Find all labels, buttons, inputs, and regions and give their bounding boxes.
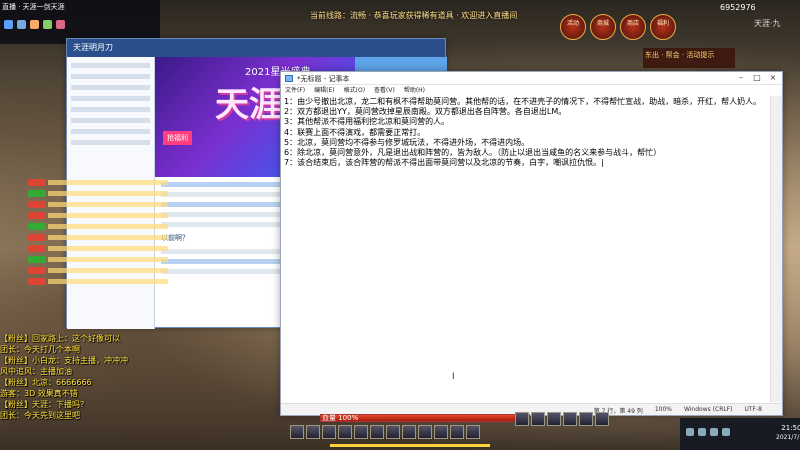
notification-icon[interactable] xyxy=(722,428,730,436)
skill-slot[interactable] xyxy=(386,425,400,439)
live-chat: 【粉丝】回家路上：这个好像可以 团长：今天打几个本啊 【粉丝】小白龙：支持主播，… xyxy=(0,333,160,421)
notepad-menubar: 文件(F) 编辑(E) 格式(O) 查看(V) 帮助(H) xyxy=(281,85,782,95)
notepad-window[interactable]: *无标题 - 记事本 – □ × 文件(F) 编辑(E) 格式(O) 查看(V)… xyxy=(280,71,783,416)
hp-label: 血量 100% xyxy=(322,414,359,422)
mail-icon[interactable] xyxy=(56,20,65,29)
bag-icon[interactable] xyxy=(30,20,39,29)
text-line: 5：北凉，莫问营均不得参与修罗城玩法，不得进外场，不得进内场。 xyxy=(284,137,530,147)
skill-slot[interactable] xyxy=(306,425,320,439)
skill-slot[interactable] xyxy=(402,425,416,439)
game-toolbar-title: 直播 · 天涯一剑天涯 xyxy=(2,3,65,11)
clock-time: 21:50 xyxy=(781,424,800,432)
skill-slot[interactable] xyxy=(434,425,448,439)
skill-slot[interactable] xyxy=(450,425,464,439)
item-bar xyxy=(515,412,635,426)
gift-feed xyxy=(28,178,168,298)
coordinate-readout: 6952976 xyxy=(720,3,756,12)
ime-icon[interactable] xyxy=(710,428,718,436)
chat-line: 【粉丝】天涯：下播吗？ xyxy=(0,400,88,409)
item-slot[interactable] xyxy=(547,412,561,426)
menu-file[interactable]: 文件(F) xyxy=(285,85,305,95)
vertical-scrollbar[interactable] xyxy=(770,96,782,402)
minimize-icon[interactable]: – xyxy=(733,73,749,84)
skill-slot[interactable] xyxy=(338,425,352,439)
clock-date: 2021/7/19 xyxy=(776,434,800,441)
map-icon[interactable] xyxy=(17,20,26,29)
clock[interactable]: 21:50 2021/7/19 xyxy=(776,424,800,442)
skill-slot[interactable] xyxy=(370,425,384,439)
hud-btn-welfare[interactable]: 福利 xyxy=(650,14,676,40)
skill-bar xyxy=(290,425,530,439)
text-line: 6：除北凉，莫问营意外，凡是退出战和阵营的，皆为敌人。（防止以退出当咸鱼的名义来… xyxy=(284,148,662,158)
notepad-icon xyxy=(285,75,293,82)
notepad-title: *无标题 - 记事本 xyxy=(281,72,782,85)
friends-icon[interactable] xyxy=(43,20,52,29)
hud-btn-mall[interactable]: 商城 xyxy=(590,14,616,40)
zone-label: 天涯·九 xyxy=(754,19,781,28)
banner-tag[interactable]: 抢福利 xyxy=(163,131,192,145)
item-slot[interactable] xyxy=(515,412,529,426)
hud-btn-events[interactable]: 活动 xyxy=(560,14,586,40)
status-eol: Windows (CRLF) xyxy=(683,406,733,413)
skill-slot[interactable] xyxy=(290,425,304,439)
network-icon[interactable] xyxy=(686,428,694,436)
skill-slot[interactable] xyxy=(354,425,368,439)
status-zoom: 100% xyxy=(654,406,672,413)
item-slot[interactable] xyxy=(595,412,609,426)
chat-line: 团长：今天先到这里吧 xyxy=(0,411,80,420)
system-tray: 21:50 2021/7/19 xyxy=(680,418,800,450)
hud-menu: 活动 商城 商店 福利 xyxy=(560,14,676,44)
skill-slot[interactable] xyxy=(466,425,480,439)
stamina-bar xyxy=(330,444,490,447)
chat-line: 游客：3D 效果真不错 xyxy=(0,389,78,398)
chat-line: 【粉丝】回家路上：这个好像可以 xyxy=(0,334,120,343)
close-icon[interactable]: × xyxy=(765,73,781,84)
status-encoding: UTF-8 xyxy=(744,406,763,413)
item-slot[interactable] xyxy=(531,412,545,426)
text-line: 3：其他帮派不得用福利挖北凉和莫问营的人。 xyxy=(284,117,450,127)
chat-line: 【粉丝】北凉：6666666 xyxy=(0,378,92,387)
menu-help[interactable]: 帮助(H) xyxy=(404,85,425,95)
maximize-icon[interactable]: □ xyxy=(749,73,765,84)
item-slot[interactable] xyxy=(563,412,577,426)
hud-btn-shop[interactable]: 商店 xyxy=(620,14,646,40)
text-line: 2：双方都退出YY，莫问营改掉星辰南殿。双方都退出各自阵营。各自退出LM。 xyxy=(284,107,567,117)
skill-slot[interactable] xyxy=(322,425,336,439)
menu-format[interactable]: 格式(O) xyxy=(344,85,365,95)
text-cursor-icon: I xyxy=(452,372,455,382)
banner-title: 天涯 xyxy=(215,85,283,125)
item-slot[interactable] xyxy=(579,412,593,426)
chat-line: 团长：今天打几个本啊 xyxy=(0,345,80,354)
text-line: 1：由少号撤出北凉，龙二和有枫不得帮助莫问营。其他帮的话，在不进壳子的情况下，不… xyxy=(284,97,762,106)
qq-window-title: 天涯明月刀 xyxy=(67,39,445,57)
settings-icon[interactable] xyxy=(4,20,13,29)
scrolling-announcement: 当前线路：流畅 · 恭喜玩家获得稀有道具 · 欢迎进入直播间 xyxy=(310,11,518,20)
notepad-text-area[interactable]: 1：由少号撤出北凉，龙二和有枫不得帮助莫问营。其他帮的话，在不进壳子的情况下，不… xyxy=(284,97,774,168)
chat-line: 风中追风：主播加油 xyxy=(0,367,72,376)
menu-edit[interactable]: 编辑(E) xyxy=(314,85,334,95)
volume-icon[interactable] xyxy=(698,428,706,436)
skill-slot[interactable] xyxy=(418,425,432,439)
hud-right-panel[interactable]: 东出 · 帮会 · 活动提示 xyxy=(643,48,735,68)
menu-view[interactable]: 查看(V) xyxy=(374,85,395,95)
text-line: 7：该合结束后，该合阵营的帮派不得出面带莫问营以及北凉的节奏，白字，嘲讽拉仇恨。… xyxy=(284,158,604,168)
text-line: 4：联赛上面不得演戏，都需要正常打。 xyxy=(284,127,426,137)
chat-line: 【粉丝】小白龙：支持主播，冲冲冲 xyxy=(0,356,128,365)
